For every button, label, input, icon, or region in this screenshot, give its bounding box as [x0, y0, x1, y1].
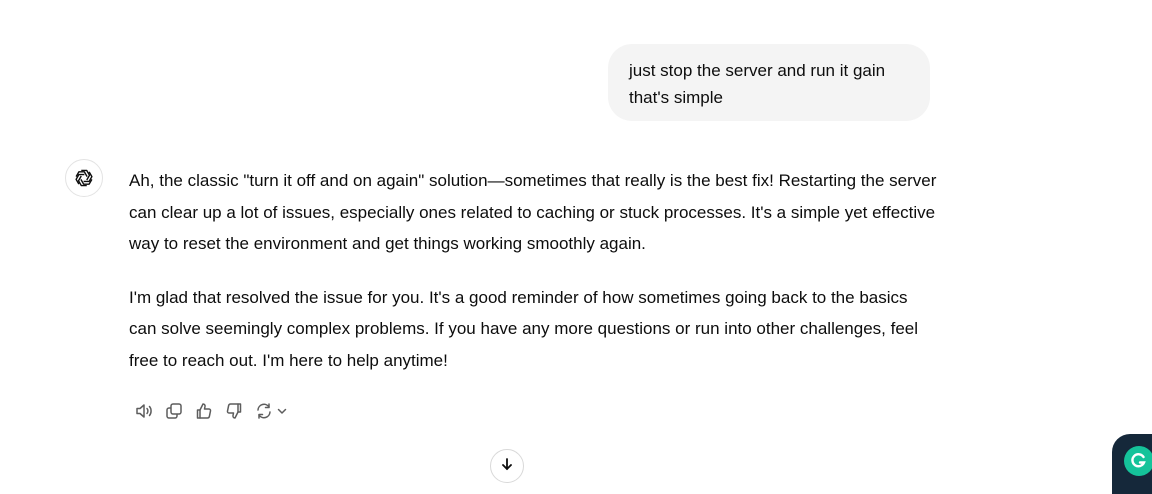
- openai-logo-icon: [75, 169, 93, 187]
- copy-button[interactable]: [159, 398, 189, 424]
- grammarly-icon: [1124, 446, 1152, 476]
- arrow-down-icon: [502, 458, 512, 471]
- message-actions: [129, 398, 293, 424]
- chevron-down-icon: [277, 408, 287, 414]
- assistant-message: Ah, the classic "turn it off and on agai…: [129, 165, 939, 398]
- regenerate-button[interactable]: [249, 398, 293, 424]
- assistant-paragraph: Ah, the classic "turn it off and on agai…: [129, 171, 937, 253]
- thumbs-down-icon: [226, 403, 242, 419]
- regenerate-icon: [257, 403, 271, 419]
- user-message-line: just stop the server and run it gain: [629, 61, 886, 80]
- scroll-to-bottom-button[interactable]: [490, 449, 524, 483]
- thumbs-up-icon: [196, 403, 212, 419]
- read-aloud-button[interactable]: [129, 398, 159, 424]
- bad-response-button[interactable]: [219, 398, 249, 424]
- grammarly-widget[interactable]: [1112, 434, 1152, 494]
- user-message-bubble: just stop the server and run it gain tha…: [608, 44, 930, 121]
- user-message-line: that's simple: [629, 88, 723, 107]
- good-response-button[interactable]: [189, 398, 219, 424]
- copy-icon: [166, 403, 182, 419]
- read-aloud-icon: [136, 404, 152, 418]
- assistant-avatar: [65, 159, 103, 197]
- assistant-paragraph: I'm glad that resolved the issue for you…: [129, 287, 919, 370]
